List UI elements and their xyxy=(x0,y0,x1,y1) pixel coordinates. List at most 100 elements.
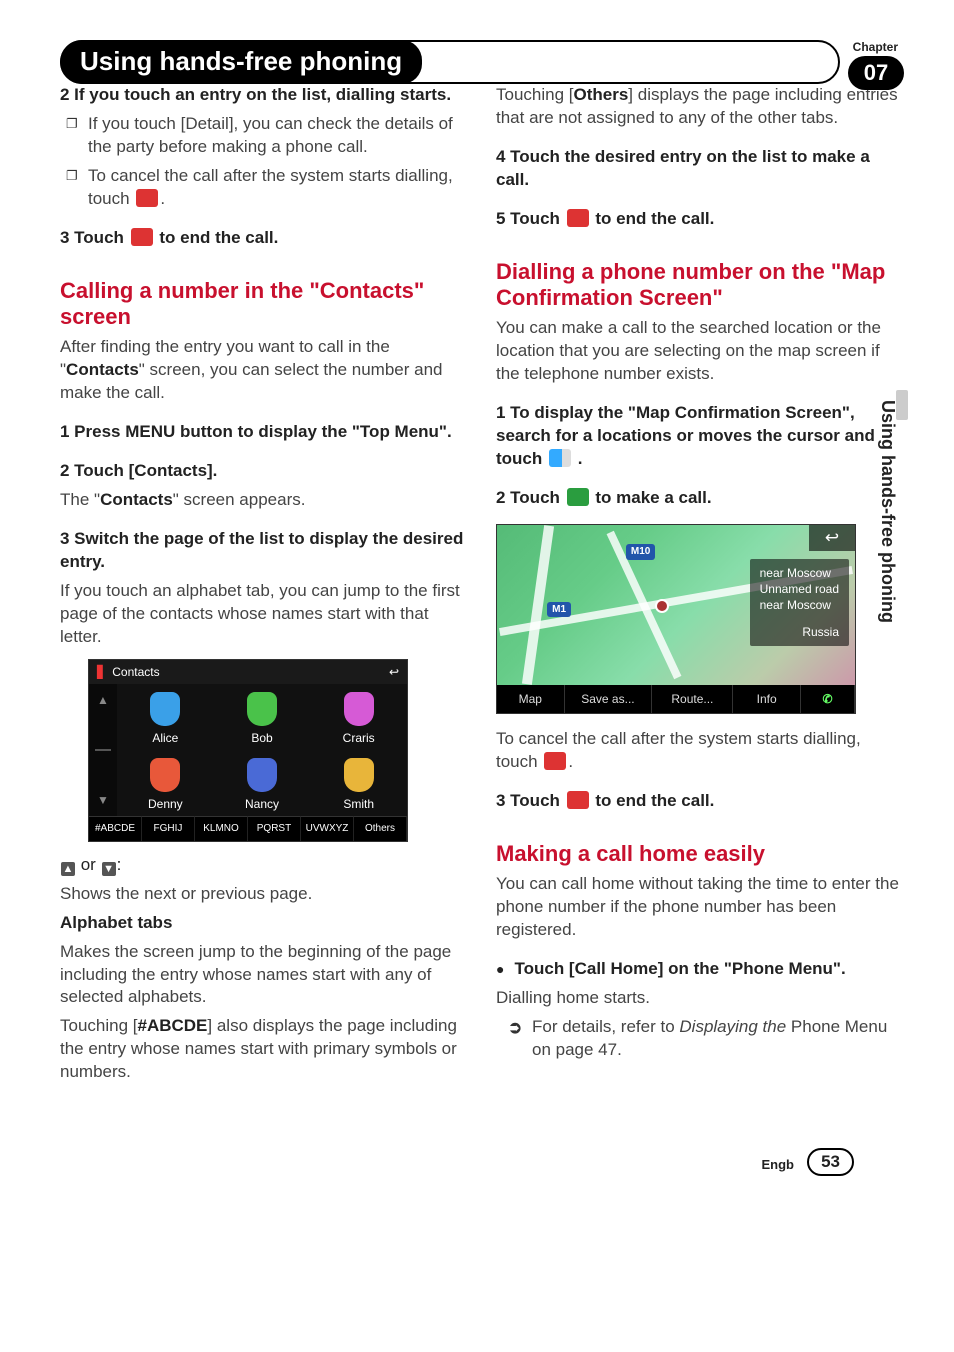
map-info-country: Russia xyxy=(760,624,839,640)
text: 5 Touch xyxy=(496,209,565,228)
back-icon[interactable]: ↩ xyxy=(809,525,855,551)
text: " screen appears. xyxy=(173,490,306,509)
map-tab-route[interactable]: Route... xyxy=(652,685,733,713)
footer-language: Engb xyxy=(762,1157,795,1172)
avatar xyxy=(247,758,277,792)
map-tab-info[interactable]: Info xyxy=(733,685,801,713)
alphabet-tab[interactable]: #ABCDE xyxy=(89,816,142,841)
chapter-number-badge: 07 xyxy=(848,56,904,90)
dial-step-3: 3 Touch to end the call. xyxy=(496,790,904,813)
ref-bold: Phone Menu xyxy=(786,1017,887,1036)
avatar xyxy=(344,758,374,792)
contact-cell[interactable]: Bob xyxy=(214,684,311,750)
text: or xyxy=(76,855,101,874)
chevron-up-icon[interactable]: ▲ xyxy=(97,692,109,708)
contact-cell[interactable]: Denny xyxy=(117,750,214,816)
others-body: Touching [Others] displays the page incl… xyxy=(496,84,904,130)
page-title-bar: Using hands-free phoning xyxy=(60,40,840,84)
make-call-icon xyxy=(567,488,589,506)
avatar xyxy=(247,692,277,726)
flag-list-icon xyxy=(549,449,571,467)
contact-cell[interactable]: Craris xyxy=(310,684,407,750)
scroll-side[interactable]: ▲ ▼ xyxy=(89,684,117,816)
alphabet-tab[interactable]: KLMNO xyxy=(195,816,248,841)
contact-name: Bob xyxy=(251,731,272,745)
contact-name: Alice xyxy=(152,731,178,745)
call-home-body: You can call home without taking the tim… xyxy=(496,873,904,942)
call-home-step-body: Dialling home starts. xyxy=(496,987,904,1010)
contacts-title: Contacts xyxy=(112,664,159,680)
alphabet-tab[interactable]: FGHIJ xyxy=(142,816,195,841)
text: 3 Touch xyxy=(496,791,565,810)
contact-name: Denny xyxy=(148,797,183,811)
others-bold: Others xyxy=(574,85,629,104)
dial-step-1: 1 To display the "Map Confirmation Scree… xyxy=(496,402,904,471)
chevron-down-icon: ▼ xyxy=(102,862,116,876)
end-call-icon xyxy=(567,209,589,227)
alphabet-tab[interactable]: PQRST xyxy=(248,816,301,841)
contact-name: Nancy xyxy=(245,797,279,811)
call-home-step: Touch [Call Home] on the "Phone Menu". xyxy=(496,958,904,981)
contacts-screenshot: ▋ Contacts ↩ ▲ ▼ Alice Bob Craris Denny xyxy=(88,659,408,842)
text: : xyxy=(117,855,122,874)
text: to end the call. xyxy=(591,791,715,810)
text: The " xyxy=(60,490,100,509)
heading-calling-contacts: Calling a number in the "Contacts" scree… xyxy=(60,278,468,331)
chevron-up-icon: ▲ xyxy=(61,862,75,876)
text: . xyxy=(573,449,582,468)
map-pin-icon xyxy=(655,599,669,613)
map-info-line: Unnamed road xyxy=(760,581,839,597)
text: Touching [ xyxy=(496,85,574,104)
map-tab-map[interactable]: Map xyxy=(497,685,565,713)
side-section-title: Using hands-free phoning xyxy=(877,400,898,623)
footer-page-number: 53 xyxy=(807,1148,854,1176)
back-icon[interactable]: ↩ xyxy=(389,664,399,680)
text: If you touch [ xyxy=(88,114,185,133)
contact-cell[interactable]: Smith xyxy=(310,750,407,816)
contacts-bold: Contacts xyxy=(66,360,139,379)
text: to end the call. xyxy=(591,209,715,228)
end-call-icon xyxy=(544,752,566,770)
dial-step-2: 2 Touch to make a call. xyxy=(496,487,904,510)
avatar xyxy=(344,692,374,726)
alphabet-tab[interactable]: UVWXYZ xyxy=(301,816,354,841)
page-title: Using hands-free phoning xyxy=(60,40,422,84)
text: to end the call. xyxy=(155,228,279,247)
text: For details, refer to xyxy=(532,1017,679,1036)
text: . xyxy=(160,189,165,208)
map-tab-saveas[interactable]: Save as... xyxy=(565,685,653,713)
text: 3 Touch xyxy=(60,228,129,247)
contacts-step-2: 2 Touch [Contacts]. xyxy=(60,460,468,483)
map-info-line: near Moscow xyxy=(760,565,839,581)
text: Touching [ xyxy=(60,1016,138,1035)
detail-bold: Detail xyxy=(185,114,228,133)
text: to make a call. xyxy=(591,488,712,507)
arrows-line: ▲ or ▼: xyxy=(60,854,468,877)
heading-call-home: Making a call home easily xyxy=(496,841,904,867)
contact-cell[interactable]: Nancy xyxy=(214,750,311,816)
cross-reference: For details, refer to Displaying the Pho… xyxy=(532,1016,904,1062)
map-canvas[interactable]: M10 M1 ↩ near Moscow Unnamed road near M… xyxy=(497,525,855,685)
alphabet-tabs-body: Makes the screen jump to the beginning o… xyxy=(60,941,468,1010)
step-2: 2 If you touch an entry on the list, dia… xyxy=(60,84,468,107)
note-cancel: To cancel the call after the system star… xyxy=(88,165,468,211)
text: on page 47. xyxy=(532,1040,622,1059)
chapter-label: Chapter xyxy=(853,40,898,54)
abcde-bold: #ABCDE xyxy=(138,1016,208,1035)
text: . xyxy=(568,752,573,771)
contact-cell[interactable]: Alice xyxy=(117,684,214,750)
step-5: 5 Touch to end the call. xyxy=(496,208,904,231)
person-icon: ▋ xyxy=(97,664,106,680)
page-footer: Engb 53 xyxy=(60,1140,904,1176)
contact-name: Craris xyxy=(343,731,375,745)
map-tab-call-icon[interactable]: ✆ xyxy=(801,685,855,713)
map-bottom-tabs: Map Save as... Route... Info ✆ xyxy=(497,685,855,713)
heading-dialling-map: Dialling a phone number on the "Map Conf… xyxy=(496,259,904,312)
calling-body: After finding the entry you want to call… xyxy=(60,336,468,405)
right-column: Touching [Others] displays the page incl… xyxy=(496,84,904,1090)
end-call-icon xyxy=(136,189,158,207)
map-info-line: near Moscow xyxy=(760,597,839,613)
contacts-bold: Contacts xyxy=(100,490,173,509)
alphabet-tab[interactable]: Others xyxy=(354,816,407,841)
chevron-down-icon[interactable]: ▼ xyxy=(97,792,109,808)
